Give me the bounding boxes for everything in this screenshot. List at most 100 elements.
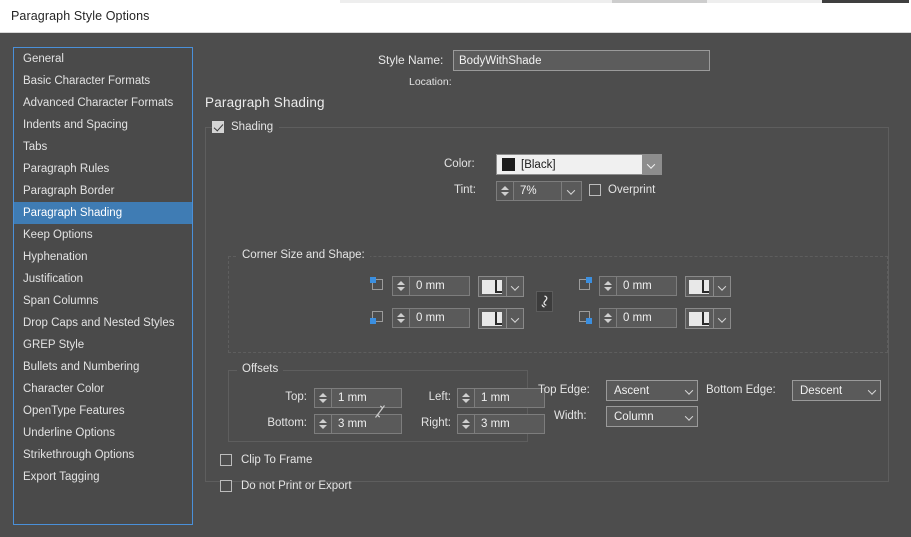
offset-left-value[interactable]: 1 mm xyxy=(474,388,545,408)
sidebar-item-justification[interactable]: Justification xyxy=(14,268,192,290)
link-corner-values-button[interactable] xyxy=(536,291,553,312)
sidebar-item-advanced-character-formats[interactable]: Advanced Character Formats xyxy=(14,92,192,114)
offsets-group: Offsets Top: 1 mm Bottom: 3 mm Left: 1 m… xyxy=(228,363,545,442)
sidebar-item-strikethrough-options[interactable]: Strikethrough Options xyxy=(14,444,192,466)
sidebar-item-paragraph-border[interactable]: Paragraph Border xyxy=(14,180,192,202)
shading-checkbox-row[interactable]: Shading xyxy=(212,119,280,135)
sidebar-item-basic-character-formats[interactable]: Basic Character Formats xyxy=(14,70,192,92)
sidebar-item-hyphenation[interactable]: Hyphenation xyxy=(14,246,192,268)
corner-bottom-right-value[interactable]: 0 mm xyxy=(616,308,677,328)
style-name-input[interactable] xyxy=(453,50,710,71)
offset-left-stepper[interactable] xyxy=(457,388,474,408)
tint-value[interactable]: 7% xyxy=(513,181,562,201)
corner-shape-none-icon xyxy=(478,276,506,297)
corner-shape-none-icon xyxy=(685,276,713,297)
color-swatch-icon xyxy=(502,158,515,171)
color-dropdown-arrow[interactable] xyxy=(642,155,661,174)
sidebar-item-general[interactable]: General xyxy=(14,48,192,70)
corner-group-legend: Corner Size and Shape: xyxy=(237,249,370,261)
do-not-print-checkbox[interactable] xyxy=(220,480,232,492)
corner-bottom-right-stepper[interactable] xyxy=(599,308,616,328)
dialog-body: General Basic Character Formats Advanced C… xyxy=(0,33,911,537)
category-sidebar[interactable]: General Basic Character Formats Advanced C… xyxy=(13,47,193,525)
top-edge-label: Top Edge: xyxy=(538,384,590,396)
tint-stepper[interactable] xyxy=(496,181,513,201)
window-title: Paragraph Style Options xyxy=(11,9,150,23)
sidebar-item-span-columns[interactable]: Span Columns xyxy=(14,290,192,312)
offsets-group-legend: Offsets xyxy=(237,363,284,375)
sidebar-item-export-tagging[interactable]: Export Tagging xyxy=(14,466,192,488)
corner-bottom-left-shape-button[interactable] xyxy=(478,308,524,329)
overprint-checkbox-row[interactable]: Overprint xyxy=(589,184,655,196)
corner-bottom-left-value[interactable]: 0 mm xyxy=(409,308,470,328)
color-combobox[interactable]: [Black] xyxy=(496,154,662,175)
offset-bottom-stepper[interactable] xyxy=(314,414,331,434)
sidebar-item-opentype-features[interactable]: OpenType Features xyxy=(14,400,192,422)
bottom-edge-dropdown-arrow[interactable] xyxy=(861,389,876,393)
tint-field[interactable]: 7% xyxy=(496,181,582,201)
sidebar-item-label: Character Color xyxy=(23,383,105,395)
tint-dropdown-arrow[interactable] xyxy=(562,181,582,201)
corner-bottom-right-shape-button[interactable] xyxy=(685,308,731,329)
corner-top-left-value[interactable]: 0 mm xyxy=(409,276,470,296)
width-dropdown-arrow[interactable] xyxy=(678,415,693,419)
offset-top-stepper[interactable] xyxy=(314,388,331,408)
sidebar-item-label: Underline Options xyxy=(23,427,116,439)
link-offset-values-button[interactable] xyxy=(372,401,388,421)
corner-indicator-top-left-icon xyxy=(370,277,385,292)
sidebar-item-label: Advanced Character Formats xyxy=(23,97,174,109)
corner-bottom-left-shape-arrow[interactable] xyxy=(506,308,524,329)
top-edge-select[interactable]: Ascent xyxy=(606,380,698,401)
page-title: Paragraph Shading xyxy=(205,95,325,110)
corner-bottom-right-shape-arrow[interactable] xyxy=(713,308,731,329)
offset-bottom-label: Bottom: xyxy=(267,417,307,429)
sidebar-item-character-color[interactable]: Character Color xyxy=(14,378,192,400)
corner-top-right-value[interactable]: 0 mm xyxy=(616,276,677,296)
corner-top-left-stepper[interactable] xyxy=(392,276,409,296)
sidebar-item-underline-options[interactable]: Underline Options xyxy=(14,422,192,444)
sidebar-item-indents-and-spacing[interactable]: Indents and Spacing xyxy=(14,114,192,136)
corner-top-right-shape-arrow[interactable] xyxy=(713,276,731,297)
width-select[interactable]: Column xyxy=(606,406,698,427)
do-not-print-row[interactable]: Do not Print or Export xyxy=(220,480,352,492)
chain-link-icon xyxy=(541,295,548,308)
corner-top-left-shape-button[interactable] xyxy=(478,276,524,297)
overprint-checkbox[interactable] xyxy=(589,184,601,196)
shading-checkbox[interactable] xyxy=(212,121,224,133)
corner-top-right-stepper[interactable] xyxy=(599,276,616,296)
corner-bottom-left-stepper[interactable] xyxy=(392,308,409,328)
offset-right-value[interactable]: 3 mm xyxy=(474,414,545,434)
offset-left-field[interactable]: 1 mm xyxy=(457,388,545,408)
options-pane: Style Name: Location: Paragraph Shading … xyxy=(193,33,911,537)
sidebar-item-grep-style[interactable]: GREP Style xyxy=(14,334,192,356)
clip-to-frame-row[interactable]: Clip To Frame xyxy=(220,454,312,466)
corner-bottom-left-field[interactable]: 0 mm xyxy=(392,308,470,328)
sidebar-item-paragraph-rules[interactable]: Paragraph Rules xyxy=(14,158,192,180)
corner-bottom-right-field[interactable]: 0 mm xyxy=(599,308,677,328)
sidebar-item-drop-caps-and-nested-styles[interactable]: Drop Caps and Nested Styles xyxy=(14,312,192,334)
sidebar-item-label: Strikethrough Options xyxy=(23,449,135,461)
color-value: [Black] xyxy=(521,158,556,171)
clip-to-frame-checkbox[interactable] xyxy=(220,454,232,466)
do-not-print-label: Do not Print or Export xyxy=(241,480,352,492)
bottom-edge-value: Descent xyxy=(800,384,843,397)
sidebar-item-paragraph-shading[interactable]: Paragraph Shading xyxy=(14,202,192,224)
corner-top-right-field[interactable]: 0 mm xyxy=(599,276,677,296)
sidebar-item-tabs[interactable]: Tabs xyxy=(14,136,192,158)
sidebar-item-label: Keep Options xyxy=(23,229,93,241)
sidebar-item-label: Hyphenation xyxy=(23,251,88,263)
sidebar-item-label: Indents and Spacing xyxy=(23,119,128,131)
sidebar-item-bullets-and-numbering[interactable]: Bullets and Numbering xyxy=(14,356,192,378)
offset-right-stepper[interactable] xyxy=(457,414,474,434)
titlebar-top-strip-tertiary xyxy=(822,0,909,3)
sidebar-item-keep-options[interactable]: Keep Options xyxy=(14,224,192,246)
corner-shape-none-icon xyxy=(478,308,506,329)
corner-top-left-field[interactable]: 0 mm xyxy=(392,276,470,296)
offset-right-field[interactable]: 3 mm xyxy=(457,414,545,434)
corner-top-left-shape-arrow[interactable] xyxy=(506,276,524,297)
bottom-edge-select[interactable]: Descent xyxy=(792,380,881,401)
titlebar-top-strip-secondary xyxy=(612,0,707,3)
top-edge-dropdown-arrow[interactable] xyxy=(678,389,693,393)
sidebar-item-label: OpenType Features xyxy=(23,405,125,417)
corner-top-right-shape-button[interactable] xyxy=(685,276,731,297)
